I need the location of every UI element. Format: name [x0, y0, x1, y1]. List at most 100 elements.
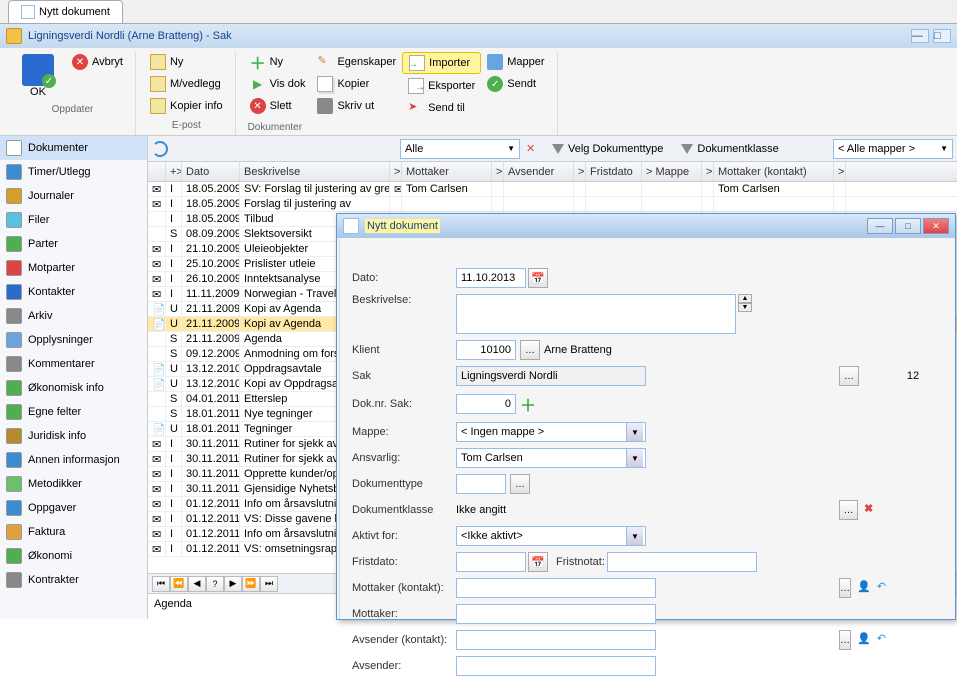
- sidebar-item-journaler[interactable]: Journaler: [0, 184, 147, 208]
- grid-col-header[interactable]: Mottaker (kontakt): [714, 162, 834, 181]
- nav-prev[interactable]: ◀: [188, 576, 206, 592]
- sidebar-item-parter[interactable]: Parter: [0, 232, 147, 256]
- klient-browse-button[interactable]: …: [520, 340, 540, 360]
- sidebar-item-metodikker[interactable]: Metodikker: [0, 472, 147, 496]
- grid-col-header[interactable]: >: [390, 162, 402, 181]
- avbryt-button[interactable]: ✕Avbryt: [66, 52, 129, 72]
- filter-alle[interactable]: Alle: [400, 139, 520, 159]
- ny-dok-button[interactable]: ＋Ny: [244, 52, 312, 72]
- sidebar-item-konomi[interactable]: Økonomi: [0, 544, 147, 568]
- sidebar-item-dokumenter[interactable]: Dokumenter: [0, 136, 147, 160]
- nav-next[interactable]: ▶: [224, 576, 242, 592]
- modal-maximize[interactable]: □: [895, 218, 921, 234]
- egenskaper-button[interactable]: ✎Egenskaper: [311, 52, 402, 72]
- dokumentklasse-button[interactable]: Dokumentklasse: [675, 141, 784, 157]
- delete-icon[interactable]: ✖: [864, 502, 879, 518]
- grid-col-header[interactable]: > Mappe: [642, 162, 702, 181]
- sidebar-item-kontakter[interactable]: Kontakter: [0, 280, 147, 304]
- sidebar-item-oppgaver[interactable]: Oppgaver: [0, 496, 147, 520]
- aktivt-combo[interactable]: <Ikke aktivt>: [456, 526, 646, 546]
- grid-col-header[interactable]: Dato: [182, 162, 240, 181]
- nav-prev-page[interactable]: ⏪: [170, 576, 188, 592]
- sidebar-item-egnefelter[interactable]: Egne felter: [0, 400, 147, 424]
- fristdato-input[interactable]: [456, 552, 526, 572]
- table-row[interactable]: ✉I18.05.2009Forslag til justering av: [148, 197, 957, 212]
- dokklasse-browse-button[interactable]: …: [839, 500, 858, 520]
- fristdato-calendar-button[interactable]: 📅: [528, 552, 548, 572]
- sidebar-item-faktura[interactable]: Faktura: [0, 520, 147, 544]
- sidebar-item-juridiskinfo[interactable]: Juridisk info: [0, 424, 147, 448]
- dato-calendar-button[interactable]: 📅: [528, 268, 548, 288]
- mapper-button[interactable]: Mapper: [481, 52, 550, 72]
- grid-col-header[interactable]: +>: [166, 162, 182, 181]
- clear-filter-icon[interactable]: ✕: [526, 142, 540, 156]
- slett-button[interactable]: ✕Slett: [244, 96, 312, 116]
- doknr-input[interactable]: [456, 394, 516, 414]
- filter-mapper[interactable]: < Alle mapper >: [833, 139, 953, 159]
- mottaker-input[interactable]: [456, 604, 656, 624]
- table-row[interactable]: ✉I18.05.2009SV: Forslag til justering av…: [148, 182, 957, 197]
- grid-col-header[interactable]: Mottaker: [402, 162, 492, 181]
- tab-nytt-dokument[interactable]: Nytt dokument: [8, 0, 123, 23]
- undo-icon[interactable]: ↶: [877, 580, 886, 596]
- sidebar-item-motparter[interactable]: Motparter: [0, 256, 147, 280]
- dato-input[interactable]: [456, 268, 526, 288]
- sidebar-item-kommentarer[interactable]: Kommentarer: [0, 352, 147, 376]
- mottaker-kontakt-browse[interactable]: …: [839, 578, 851, 598]
- person-icon[interactable]: 👤: [857, 632, 871, 648]
- grid-col-header[interactable]: >: [702, 162, 714, 181]
- avsender-kontakt-browse[interactable]: …: [839, 630, 851, 650]
- skriv-ut-button[interactable]: Skriv ut: [311, 96, 402, 116]
- grid-col-header[interactable]: [148, 162, 166, 181]
- velg-dokumenttype-button[interactable]: Velg Dokumenttype: [546, 141, 669, 157]
- fristnotat-input[interactable]: [607, 552, 757, 572]
- send-til-button[interactable]: ➤Send til: [402, 98, 481, 118]
- grid-col-header[interactable]: >: [492, 162, 504, 181]
- nav-last[interactable]: ⏭: [260, 576, 278, 592]
- person-icon[interactable]: 👤: [857, 580, 871, 596]
- avsender-input[interactable]: [456, 656, 656, 676]
- importer-button[interactable]: →Importer: [402, 52, 481, 74]
- eksporter-button[interactable]: →Eksporter: [402, 76, 481, 96]
- mappe-combo[interactable]: < Ingen mappe >: [456, 422, 646, 442]
- refresh-icon[interactable]: [152, 141, 168, 157]
- doktype-browse-button[interactable]: …: [510, 474, 530, 494]
- sidebar-item-opplysninger[interactable]: Opplysninger: [0, 328, 147, 352]
- sak-browse-button[interactable]: …: [839, 366, 859, 386]
- sidebar-item-arkiv[interactable]: Arkiv: [0, 304, 147, 328]
- modal-close[interactable]: ✕: [923, 218, 949, 234]
- modal-minimize[interactable]: —: [867, 218, 893, 234]
- sidebar-item-konomiskinfo[interactable]: Økonomisk info: [0, 376, 147, 400]
- mvedlegg-button[interactable]: M/vedlegg: [144, 74, 229, 94]
- grid-col-header[interactable]: >: [834, 162, 846, 181]
- sidebar-item-timerutlegg[interactable]: Timer/Utlegg: [0, 160, 147, 184]
- grid-col-header[interactable]: >: [574, 162, 586, 181]
- sidebar-item-kontrakter[interactable]: Kontrakter: [0, 568, 147, 592]
- ny-epost-button[interactable]: Ny: [144, 52, 229, 72]
- ok-button[interactable]: ✓ OK: [16, 52, 60, 100]
- kopier-button[interactable]: Kopier: [311, 74, 402, 94]
- avsender-kontakt-input[interactable]: [456, 630, 656, 650]
- nav-help[interactable]: ?: [206, 576, 224, 592]
- maximize-button[interactable]: □: [933, 29, 951, 43]
- sendt-button[interactable]: ✓Sendt: [481, 74, 550, 94]
- grid-col-header[interactable]: Avsender: [504, 162, 574, 181]
- plus-icon[interactable]: ＋: [520, 392, 536, 416]
- sidebar-item-filer[interactable]: Filer: [0, 208, 147, 232]
- undo-icon[interactable]: ↶: [877, 632, 886, 648]
- sidebar-item-anneninformasjon[interactable]: Annen informasjon: [0, 448, 147, 472]
- grid-col-header[interactable]: Fristdato: [586, 162, 642, 181]
- minimize-button[interactable]: —: [911, 29, 929, 43]
- doktype-input[interactable]: [456, 474, 506, 494]
- grid-col-header[interactable]: Beskrivelse: [240, 162, 390, 181]
- nav-next-page[interactable]: ⏩: [242, 576, 260, 592]
- spin-down[interactable]: ▼: [738, 303, 752, 312]
- nav-first[interactable]: ⏮: [152, 576, 170, 592]
- mottaker-kontakt-input[interactable]: [456, 578, 656, 598]
- klient-id-input[interactable]: [456, 340, 516, 360]
- kopier-info-button[interactable]: Kopier info: [144, 96, 229, 116]
- vis-dok-button[interactable]: ▶Vis dok: [244, 74, 312, 94]
- beskrivelse-input[interactable]: [456, 294, 736, 334]
- ansvarlig-combo[interactable]: Tom Carlsen: [456, 448, 646, 468]
- spin-up[interactable]: ▲: [738, 294, 752, 303]
